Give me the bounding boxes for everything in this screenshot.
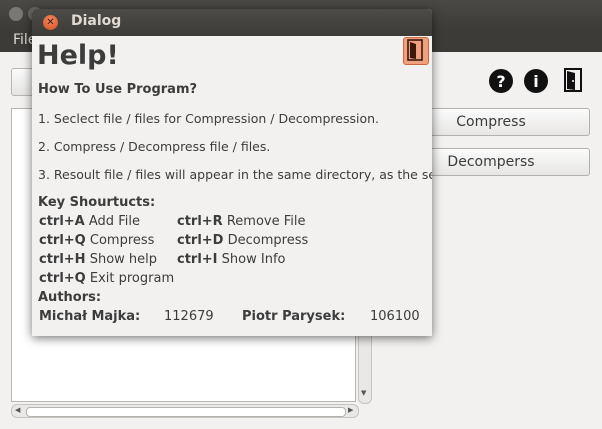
dialog-exit-button[interactable] (403, 37, 429, 65)
horizontal-scrollbar[interactable]: ◀ ▶ (11, 404, 359, 418)
exit-button[interactable] (562, 68, 588, 94)
door-exit-icon (407, 39, 423, 61)
shortcut-info: ctrl+I Show Info (177, 252, 286, 267)
vertical-scrollbar[interactable]: ▼ (358, 330, 372, 404)
step-2: 2. Compress / Decompress file / files. (38, 139, 271, 154)
info-icon: i (524, 69, 548, 93)
shortcut-remove: ctrl+R Remove File (177, 214, 306, 229)
author-1-id: 112679 (164, 309, 214, 324)
step-1: 1. Seclect file / files for Compression … (38, 111, 379, 126)
dialog-close-button[interactable]: ✕ (43, 15, 58, 30)
author-1-name: Michał Majka: (39, 309, 141, 324)
shortcut-decompress: ctrl+D Decompress (177, 233, 309, 248)
close-icon: ✕ (46, 17, 55, 28)
author-2-name: Piotr Parysek: (242, 309, 346, 324)
dialog-titlebar: ✕ Dialog (32, 9, 432, 36)
info-button[interactable]: i (523, 68, 549, 94)
scroll-right-arrow-icon[interactable]: ▶ (348, 406, 353, 414)
horizontal-scroll-thumb[interactable] (26, 407, 346, 417)
shortcuts-heading: Key Shourtucts: (38, 195, 156, 210)
shortcut-compress: ctrl+Q Compress (39, 233, 155, 248)
step-3: 3. Resoult file / files will appear in t… (38, 167, 432, 182)
help-heading: Help! (37, 40, 119, 71)
shortcut-add: ctrl+A Add File (39, 214, 140, 229)
scroll-left-arrow-icon[interactable]: ◀ (15, 406, 20, 414)
door-exit-icon (564, 68, 582, 92)
shortcut-exit: ctrl+Q Exit program (39, 271, 175, 286)
help-dialog: ✕ Dialog Help! How To Use Program? 1. Se… (32, 9, 432, 336)
scroll-down-arrow-icon[interactable]: ▼ (361, 389, 366, 397)
question-icon: ? (489, 69, 513, 93)
help-button[interactable]: ? (488, 68, 514, 94)
shortcut-help: ctrl+H Show help (39, 252, 158, 267)
how-to-heading: How To Use Program? (38, 82, 198, 97)
authors-heading: Authors: (38, 290, 102, 305)
dialog-title: Dialog (71, 13, 122, 29)
main-close-button[interactable] (9, 7, 23, 21)
author-2-id: 106100 (370, 309, 420, 324)
